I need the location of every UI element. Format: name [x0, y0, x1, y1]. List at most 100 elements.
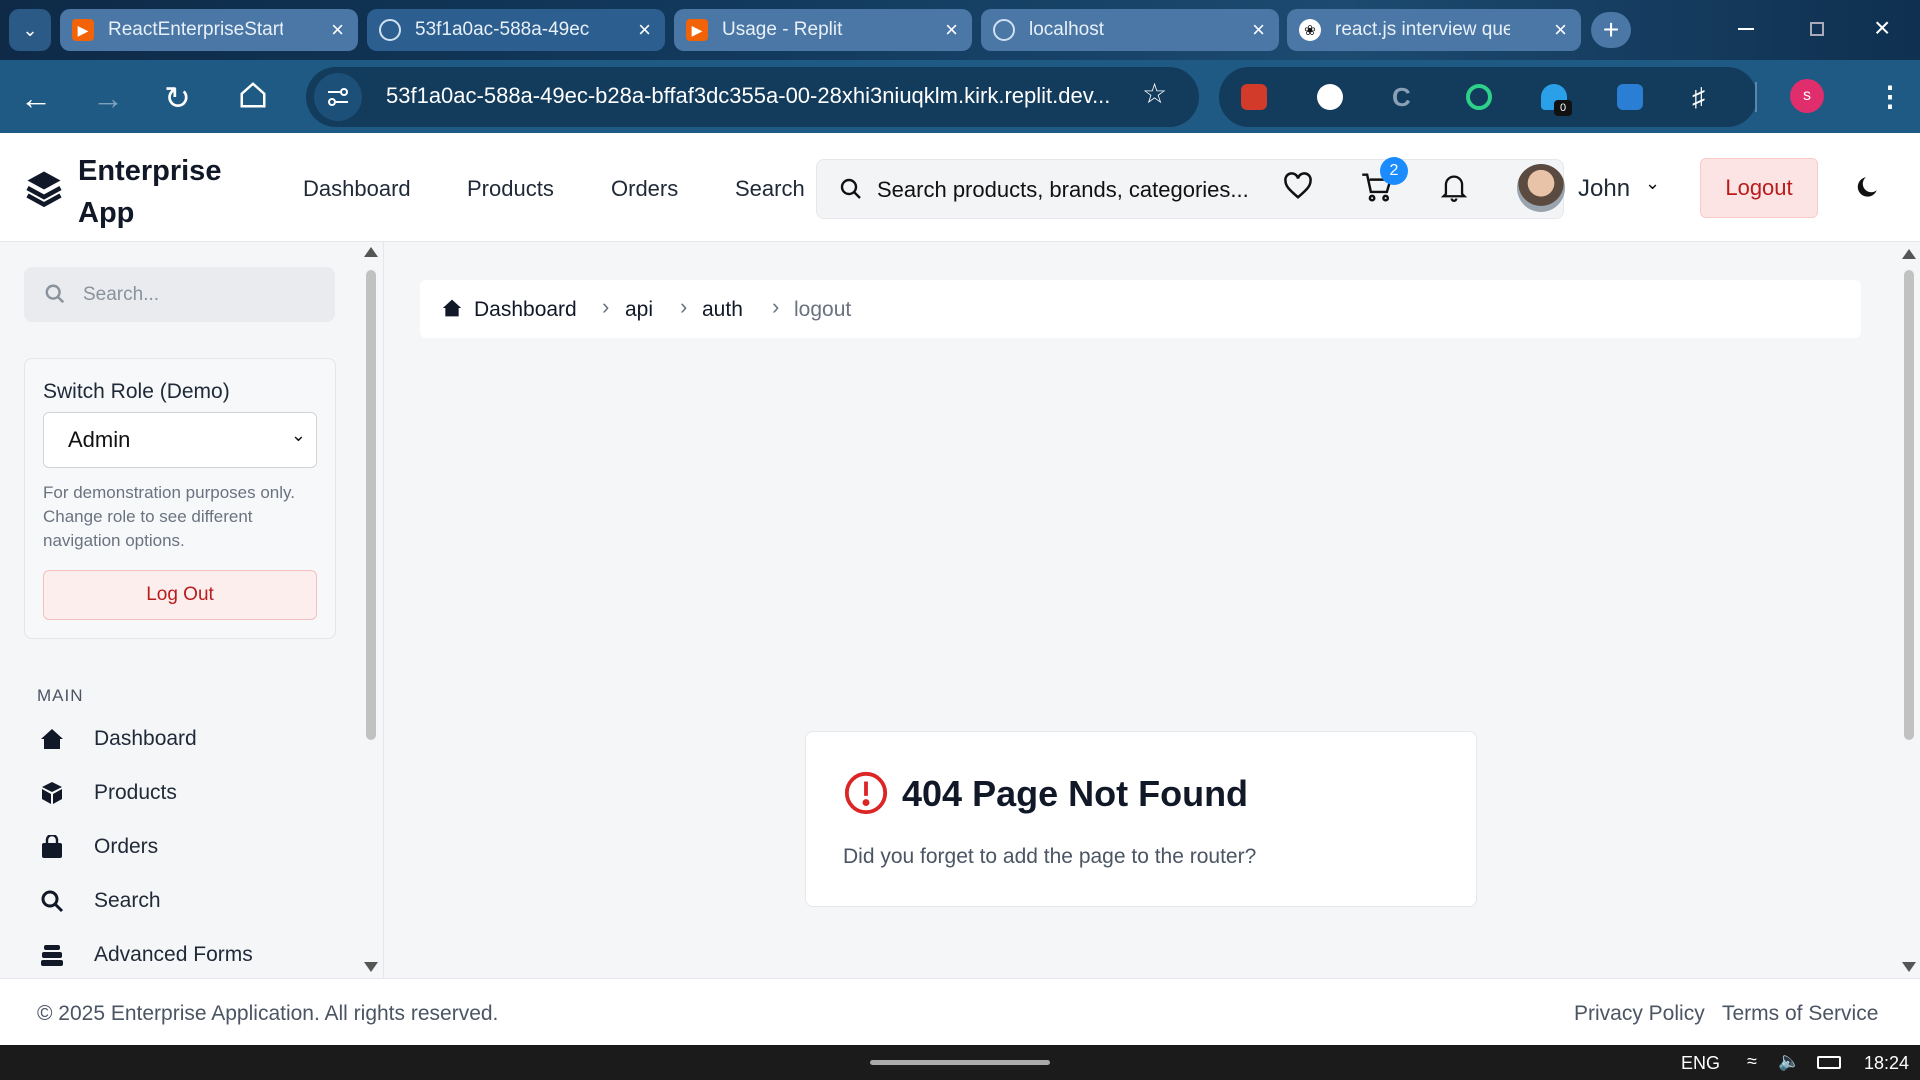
extension-red-icon[interactable] — [1241, 84, 1267, 110]
search-icon — [38, 887, 66, 915]
tab-search-button[interactable]: ⌄ — [9, 9, 51, 51]
layers-stack-icon — [38, 941, 66, 969]
chevron-right-icon: › — [602, 294, 610, 319]
battery-icon[interactable] — [1817, 1056, 1841, 1069]
search-icon — [839, 177, 863, 206]
tab-title: ReactEnterpriseStarter — [108, 19, 283, 40]
chevron-right-icon: › — [680, 294, 688, 319]
home-icon[interactable] — [238, 80, 268, 115]
sidebar-search-placeholder: Search... — [83, 284, 160, 305]
close-icon[interactable]: × — [945, 17, 958, 43]
restore-icon[interactable] — [1810, 22, 1824, 36]
sidebar-item-products[interactable]: Products — [38, 773, 177, 813]
profile-avatar[interactable]: s — [1790, 79, 1824, 113]
page-scroll-down-arrow[interactable] — [1902, 962, 1916, 972]
box-icon — [38, 779, 66, 807]
chevron-down-icon: ⌄ — [1645, 173, 1661, 193]
extension-dev-icon[interactable] — [1317, 84, 1343, 110]
search-placeholder: Search products, brands, categories... — [877, 177, 1249, 202]
back-arrow-icon[interactable]: ← — [20, 82, 52, 114]
breadcrumb-auth[interactable]: auth — [702, 298, 743, 322]
forward-arrow-icon[interactable]: → — [92, 82, 124, 114]
page-scrollbar-thumb[interactable] — [1904, 270, 1914, 740]
extension-code-icon[interactable] — [1617, 84, 1643, 110]
cart-count-badge: 2 — [1380, 157, 1408, 185]
app-footer: © 2025 Enterprise Application. All right… — [0, 978, 1920, 1045]
nav-dashboard[interactable]: Dashboard — [303, 176, 411, 202]
replit-icon: ▶ — [686, 19, 708, 41]
role-note: For demonstration purposes only. Change … — [43, 483, 295, 550]
sidebar-item-label: Advanced Forms — [94, 943, 253, 966]
brand-line-2: App — [78, 197, 135, 229]
tab-title: react.js interview ques — [1335, 19, 1510, 40]
moon-icon[interactable] — [1855, 174, 1881, 205]
privacy-policy-link[interactable]: Privacy Policy — [1574, 1002, 1705, 1026]
sidebar-section-label: MAIN — [37, 686, 84, 705]
bell-icon[interactable] — [1440, 172, 1468, 207]
layers-logo-icon — [26, 168, 62, 213]
role-select-value: Admin — [68, 427, 131, 452]
home-indicator[interactable] — [870, 1060, 1050, 1065]
replit-icon: ▶ — [72, 19, 94, 41]
address-bar[interactable]: 53f1a0ac-588a-49ec-b28a-bffaf3dc355a-00-… — [306, 67, 1199, 127]
user-menu[interactable]: John ⌄ — [1517, 163, 1667, 213]
page-scroll-up-arrow[interactable] — [1902, 249, 1916, 259]
breadcrumb-dashboard[interactable]: Dashboard — [474, 298, 577, 322]
url-text: 53f1a0ac-588a-49ec-b28a-bffaf3dc355a-00-… — [386, 83, 1111, 108]
breadcrumb-api[interactable]: api — [625, 298, 653, 322]
error-message: Did you forget to add the page to the ro… — [843, 845, 1257, 868]
close-icon[interactable]: × — [331, 17, 344, 43]
sidebar-item-label: Dashboard — [94, 727, 197, 750]
close-icon[interactable]: × — [1554, 17, 1567, 43]
sidebar-logout-button[interactable]: Log Out — [43, 570, 317, 620]
sidebar-item-advanced-forms[interactable]: Advanced Forms — [38, 935, 253, 975]
nav-search[interactable]: Search — [735, 176, 805, 202]
browser-tab-5[interactable]: ❀ react.js interview ques × — [1287, 9, 1581, 51]
clock[interactable]: 18:24 — [1864, 1053, 1909, 1074]
terms-of-service-link[interactable]: Terms of Service — [1722, 1002, 1878, 1026]
extension-c-icon[interactable]: C — [1392, 82, 1411, 113]
chevron-down-icon: ⌄ — [22, 19, 38, 40]
nav-products[interactable]: Products — [467, 176, 554, 202]
reload-icon[interactable]: ↻ — [164, 82, 191, 114]
volume-icon[interactable]: 🔈 — [1778, 1051, 1800, 1072]
browser-tab-4[interactable]: localhost × — [981, 9, 1279, 51]
new-tab-button[interactable]: + — [1591, 12, 1631, 48]
wifi-icon[interactable]: ≈ — [1747, 1051, 1757, 1072]
close-icon[interactable]: × — [1252, 17, 1265, 43]
heart-icon[interactable] — [1283, 172, 1313, 205]
os-taskbar: ENG ≈ 🔈 18:24 — [0, 1045, 1920, 1080]
nav-orders[interactable]: Orders — [611, 176, 678, 202]
home-icon — [442, 298, 462, 323]
bookmark-star-icon[interactable]: ☆ — [1142, 77, 1167, 110]
site-info-icon[interactable] — [314, 73, 362, 121]
scroll-up-arrow[interactable] — [364, 247, 378, 257]
extension-target-icon[interactable] — [1466, 84, 1492, 110]
sidebar-scrollbar-thumb[interactable] — [366, 270, 376, 740]
sidebar-search-input[interactable]: Search... — [24, 267, 335, 322]
puzzle-icon[interactable]: ♯ — [1692, 82, 1705, 113]
close-icon[interactable]: × — [638, 17, 651, 43]
minimize-icon[interactable] — [1738, 28, 1754, 30]
sidebar-item-search[interactable]: Search — [38, 881, 161, 921]
scroll-down-arrow[interactable] — [364, 962, 378, 972]
sidebar-item-dashboard[interactable]: Dashboard — [38, 719, 197, 759]
brand-line-1: Enterprise — [78, 155, 222, 187]
role-select[interactable]: Admin ⌄ — [43, 412, 317, 468]
sidebar-item-label: Search — [94, 889, 161, 912]
browser-menu-icon[interactable]: ⋮ — [1876, 80, 1904, 113]
header-logout-button[interactable]: Logout — [1700, 158, 1818, 218]
browser-tab-1[interactable]: ▶ ReactEnterpriseStarter × — [60, 9, 358, 51]
avatar — [1517, 164, 1565, 212]
close-window-icon[interactable]: × — [1874, 12, 1890, 44]
copyright: © 2025 Enterprise Application. All right… — [37, 1002, 499, 1025]
browser-tab-3[interactable]: ▶ Usage - Replit × — [674, 9, 972, 51]
chevron-right-icon: › — [772, 294, 780, 319]
browser-tab-2[interactable]: 53f1a0ac-588a-49ec-b × — [367, 9, 665, 51]
error-title: 404 Page Not Found — [902, 773, 1249, 814]
sidebar-item-orders[interactable]: Orders — [38, 827, 158, 867]
user-name: John — [1578, 175, 1631, 202]
language-indicator[interactable]: ENG — [1681, 1053, 1720, 1074]
openai-icon: ❀ — [1299, 19, 1321, 41]
home-icon — [38, 725, 66, 753]
